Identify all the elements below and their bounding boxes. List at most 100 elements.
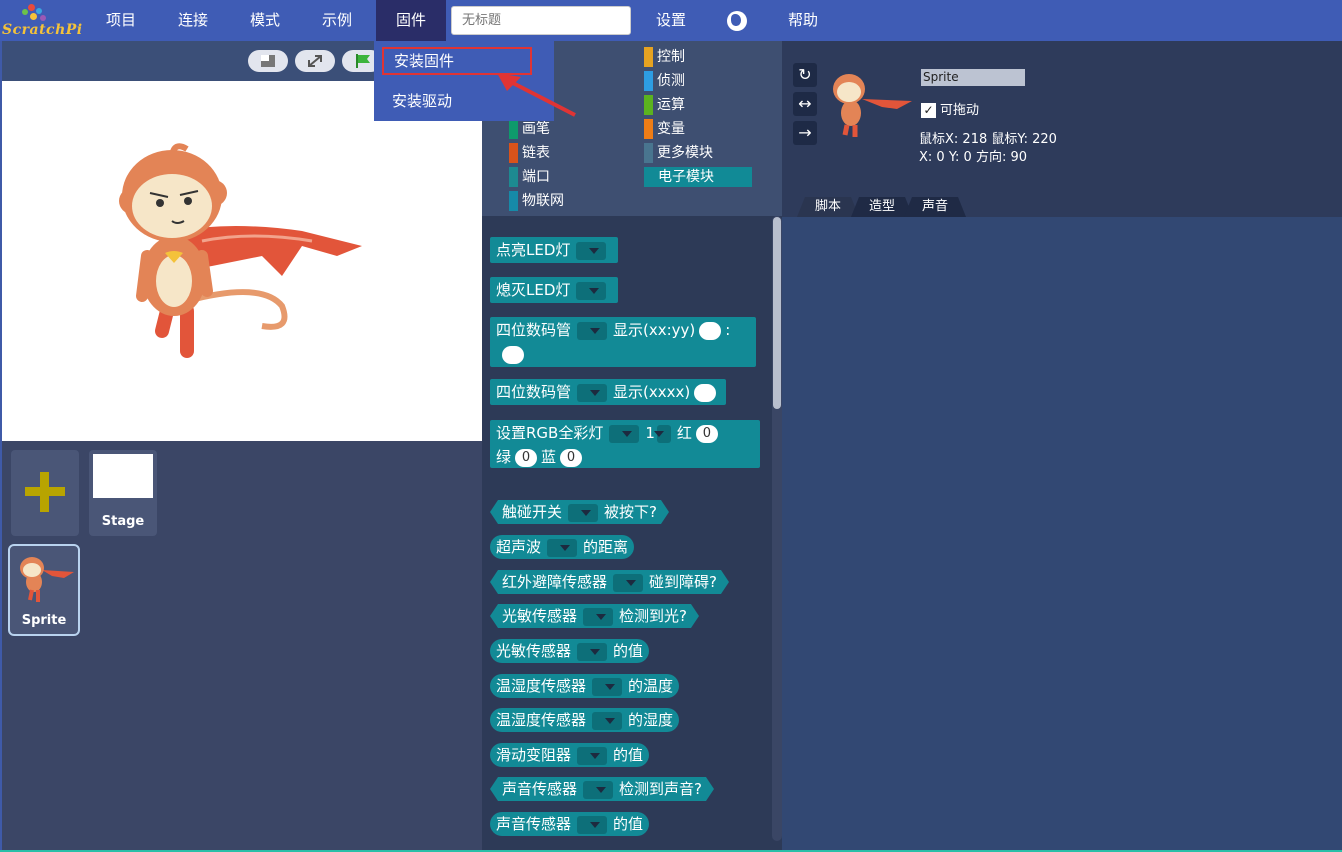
seg4-number-pin-dropdown[interactable] (577, 383, 608, 402)
block-ultrasonic[interactable]: 超声波 的距离 (490, 535, 635, 559)
block-seg4-colon: : (725, 321, 731, 339)
seg4-number-input[interactable] (694, 383, 717, 402)
rgb-blue-input[interactable]: 0 (560, 448, 583, 467)
left-right-icon: ↔ (798, 94, 812, 113)
dont-rotate-button[interactable]: → (793, 121, 817, 145)
touch-pin-dropdown[interactable] (568, 504, 598, 522)
block-seg4-number-label: 四位数码管 (496, 383, 572, 401)
block-slide-value-text: 的值 (613, 746, 644, 764)
category-control[interactable]: 控制 (640, 47, 685, 67)
sound-detect-pin-dropdown[interactable] (583, 781, 613, 799)
globe-language-icon[interactable] (727, 11, 747, 31)
stage-thumbnail[interactable]: Stage (89, 450, 157, 536)
seg4-yy-input[interactable] (502, 345, 524, 364)
logo-text: ScratchPi (2, 22, 83, 38)
block-led-on-label: 点亮LED灯 (496, 241, 571, 259)
light-value-pin-dropdown[interactable] (577, 642, 608, 661)
sound-value-pin-dropdown[interactable] (577, 815, 608, 834)
block-touch-label: 触碰开关 (502, 503, 563, 521)
menu-mode[interactable]: 模式 (236, 0, 294, 41)
menu-examples[interactable]: 示例 (308, 0, 366, 41)
block-led-off[interactable]: 熄灭LED灯 (490, 277, 619, 303)
category-port-swatch (509, 167, 518, 187)
category-electronics[interactable]: 电子模块 (644, 167, 752, 187)
tab-scripts[interactable]: 脚本 (797, 197, 859, 217)
slide-pin-dropdown[interactable] (577, 746, 608, 765)
rgb-pin-dropdown[interactable] (609, 424, 640, 443)
block-temperature[interactable]: 温湿度传感器 的温度 (490, 674, 680, 698)
block-humidity[interactable]: 温湿度传感器 的湿度 (490, 708, 680, 732)
block-temperature-label: 温湿度传感器 (496, 677, 587, 695)
category-port[interactable]: 端口 (505, 167, 550, 187)
add-sprite-button[interactable] (11, 450, 79, 536)
left-right-rotation-button[interactable]: ↔ (793, 92, 817, 116)
humidity-pin-dropdown[interactable] (592, 711, 623, 730)
category-variables[interactable]: 变量 (640, 119, 685, 139)
led-pin-dropdown[interactable] (576, 241, 607, 260)
block-sound-detect[interactable]: 声音传感器 检测到声音? (490, 777, 714, 801)
led-off-pin-dropdown[interactable] (576, 281, 607, 300)
block-led-on[interactable]: 点亮LED灯 (490, 237, 619, 263)
category-list-swatch (509, 143, 518, 163)
draggable-label: 可拖动 (940, 103, 980, 118)
block-light-value[interactable]: 光敏传感器 的值 (490, 639, 650, 663)
script-area[interactable] (782, 217, 1342, 850)
category-pen-label: 画笔 (522, 121, 550, 137)
temperature-pin-dropdown[interactable] (592, 677, 623, 696)
category-port-label: 端口 (522, 169, 550, 185)
category-more-blocks-label: 更多模块 (657, 145, 713, 161)
rotate-icon: ↻ (798, 65, 812, 84)
category-operators-swatch (644, 95, 653, 115)
category-pen-swatch (509, 119, 518, 139)
sprite-name-field[interactable]: Sprite (921, 69, 1025, 86)
block-humidity-label: 温湿度传感器 (496, 711, 587, 729)
category-pen[interactable]: 画笔 (505, 119, 550, 139)
rgb-index-dropdown[interactable] (653, 424, 671, 443)
block-ir-obstacle[interactable]: 红外避障传感器 碰到障碍? (490, 570, 729, 594)
light-detect-pin-dropdown[interactable] (583, 608, 613, 626)
rgb-red-input[interactable]: 0 (695, 424, 718, 443)
block-light-detect[interactable]: 光敏传感器 检测到光? (490, 604, 699, 628)
block-sound-value[interactable]: 声音传感器 的值 (490, 812, 650, 836)
category-list[interactable]: 链表 (505, 143, 550, 163)
rgb-green-input[interactable]: 0 (515, 448, 538, 467)
draggable-checkbox[interactable]: ✓ 可拖动 (921, 99, 979, 118)
stage-canvas[interactable] (2, 81, 482, 441)
block-touch-switch[interactable]: 触碰开关 被按下? (490, 500, 669, 524)
fullscreen-button[interactable] (295, 50, 335, 72)
category-iot-swatch (509, 191, 518, 211)
block-ir-obstacle-text: 碰到障碍? (649, 573, 717, 591)
scratchpi-logo: ScratchPi (2, 2, 88, 40)
block-seg4-number[interactable]: 四位数码管 显示(xxxx) (490, 379, 727, 405)
category-operators[interactable]: 运算 (640, 95, 685, 115)
small-stage-button[interactable] (248, 50, 288, 72)
ultrasonic-pin-dropdown[interactable] (547, 538, 578, 557)
category-iot[interactable]: 物联网 (505, 191, 564, 211)
category-sensing[interactable]: 侦测 (640, 71, 685, 91)
ir-pin-dropdown[interactable] (613, 574, 643, 592)
rotate-all-around-button[interactable]: ↻ (793, 63, 817, 87)
rgb-blue-label: 蓝 (541, 448, 557, 466)
sprite-thumbnail[interactable]: Sprite (8, 544, 80, 636)
category-more-blocks[interactable]: 更多模块 (640, 143, 713, 163)
seg4-xx-input[interactable] (699, 321, 722, 340)
seg4-time-pin-dropdown[interactable] (577, 321, 608, 340)
category-electronics-label: 电子模块 (658, 169, 714, 185)
block-rgb[interactable]: 设置RGB全彩灯 1 红 0 绿 0 蓝 0 (490, 420, 760, 468)
tab-costumes[interactable]: 造型 (851, 197, 913, 217)
menu-settings[interactable]: 设置 (642, 0, 700, 41)
palette-scrollbar[interactable] (773, 217, 781, 409)
block-palette: 点亮LED灯 熄灭LED灯 四位数码管 显示(xx:yy): 四位数码管 显示(xx… (482, 216, 782, 850)
block-seg4-time[interactable]: 四位数码管 显示(xx:yy): (490, 317, 756, 367)
menu-firmware[interactable]: 固件 (376, 0, 446, 41)
menu-connect[interactable]: 连接 (164, 0, 222, 41)
project-title-input[interactable] (451, 6, 631, 35)
rgb-green-label: 绿 (496, 448, 512, 466)
block-light-detect-label: 光敏传感器 (502, 607, 578, 625)
block-slide-resistor[interactable]: 滑动变阻器 的值 (490, 743, 650, 767)
menu-help[interactable]: 帮助 (774, 0, 832, 41)
category-control-swatch (644, 47, 653, 67)
sprite-position: X: 0 Y: 0 方向: 90 (919, 150, 1028, 165)
tab-sounds[interactable]: 声音 (904, 197, 966, 217)
menu-project[interactable]: 项目 (92, 0, 150, 41)
